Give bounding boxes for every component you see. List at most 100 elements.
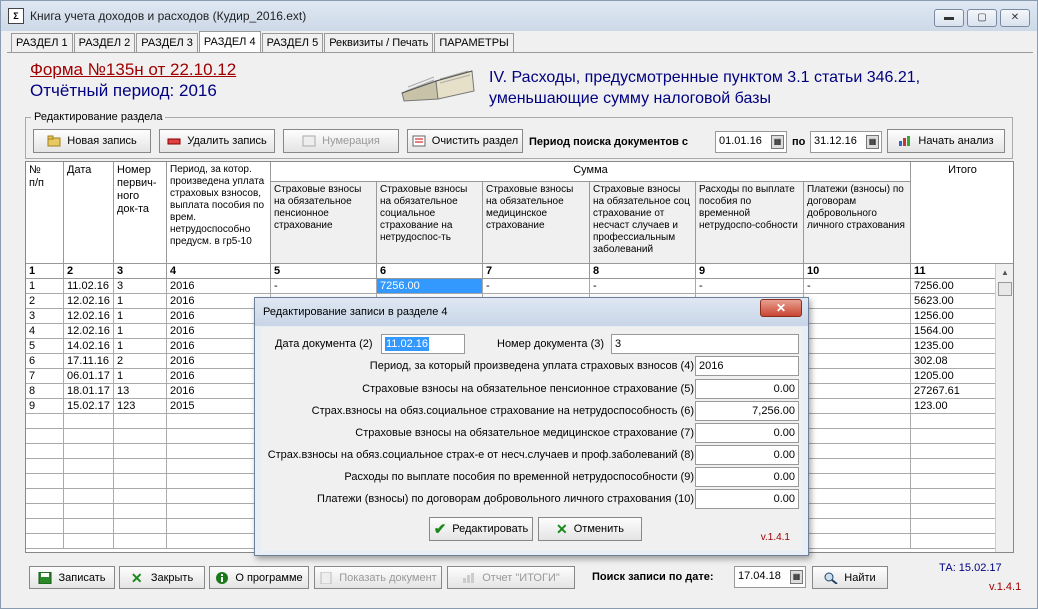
table-cell-c10[interactable]	[804, 384, 911, 399]
table-cell-c10[interactable]	[804, 369, 911, 384]
table-cell-n[interactable]	[26, 414, 64, 429]
table-cell-doc[interactable]	[114, 444, 167, 459]
table-cell-date[interactable]: 06.01.17	[64, 369, 114, 384]
table-cell-n[interactable]: 8	[26, 384, 64, 399]
table-cell-date[interactable]: 17.11.16	[64, 354, 114, 369]
table-cell-n[interactable]	[26, 519, 64, 534]
tab-razdel-4[interactable]: РАЗДЕЛ 4	[198, 31, 261, 52]
table-cell-c10[interactable]	[804, 459, 911, 474]
table-cell-doc[interactable]: 2	[114, 354, 167, 369]
table-cell-c10[interactable]	[804, 489, 911, 504]
find-button[interactable]: Найти	[812, 566, 888, 589]
table-cell-total[interactable]	[911, 504, 997, 519]
table-cell-date[interactable]	[64, 489, 114, 504]
table-cell-doc[interactable]	[114, 474, 167, 489]
table-cell-c10[interactable]	[804, 354, 911, 369]
table-cell-doc[interactable]: 1	[114, 339, 167, 354]
table-cell-c10[interactable]	[804, 474, 911, 489]
table-cell-doc[interactable]: 123	[114, 399, 167, 414]
field-7-input[interactable]: 0.00	[695, 423, 799, 443]
date-from-input[interactable]: 01.01.16 ▦	[715, 131, 787, 153]
table-cell-n[interactable]	[26, 444, 64, 459]
table-cell-c7[interactable]: -	[483, 279, 590, 294]
table-cell-total[interactable]: 1235.00	[911, 339, 997, 354]
start-analysis-button[interactable]: Начать анализ	[887, 129, 1005, 153]
table-cell-c5[interactable]: -	[271, 279, 377, 294]
about-button[interactable]: О программе	[209, 566, 309, 589]
close-button[interactable]: ✕ Закрыть	[119, 566, 205, 589]
table-cell-n[interactable]: 2	[26, 294, 64, 309]
tab-rekvizity[interactable]: Реквизиты / Печать	[324, 33, 434, 52]
table-row[interactable]: 1 11.02.16 3 2016-7256.00- - - -7256.00	[26, 279, 997, 294]
calendar-icon[interactable]: ▦	[866, 135, 879, 149]
minimize-button[interactable]: ▬	[934, 9, 964, 27]
table-cell-c10[interactable]	[804, 534, 911, 549]
doc-date-input[interactable]: 11.02.16	[381, 334, 465, 354]
clear-section-button[interactable]: Очистить раздел	[407, 129, 523, 153]
close-window-button[interactable]: ✕	[1000, 9, 1030, 27]
table-cell-n[interactable]	[26, 459, 64, 474]
table-cell-doc[interactable]	[114, 459, 167, 474]
table-cell-doc[interactable]: 3	[114, 279, 167, 294]
table-cell-c10[interactable]	[804, 294, 911, 309]
table-cell-c8[interactable]: -	[590, 279, 696, 294]
table-cell-c10[interactable]	[804, 519, 911, 534]
table-cell-date[interactable]: 12.02.16	[64, 294, 114, 309]
scroll-up-icon[interactable]: ▲	[998, 266, 1012, 280]
cancel-button[interactable]: ✕ Отменить	[538, 517, 642, 541]
table-cell-date[interactable]: 15.02.17	[64, 399, 114, 414]
table-cell-doc[interactable]: 1	[114, 309, 167, 324]
field-5-input[interactable]: 0.00	[695, 379, 799, 399]
table-cell-c10[interactable]	[804, 429, 911, 444]
tab-parametry[interactable]: ПАРАМЕТРЫ	[434, 33, 514, 52]
table-cell-n[interactable]: 6	[26, 354, 64, 369]
doc-num-input[interactable]: 3	[611, 334, 799, 354]
table-cell-total[interactable]	[911, 534, 997, 549]
table-cell-doc[interactable]: 1	[114, 369, 167, 384]
table-cell-n[interactable]	[26, 504, 64, 519]
table-cell-doc[interactable]	[114, 414, 167, 429]
table-cell-date[interactable]	[64, 534, 114, 549]
period-input[interactable]: 2016	[695, 356, 799, 376]
table-cell-c10[interactable]	[804, 444, 911, 459]
table-cell-date[interactable]	[64, 429, 114, 444]
table-cell-n[interactable]	[26, 489, 64, 504]
save-button[interactable]: Записать	[29, 566, 115, 589]
table-cell-c10[interactable]	[804, 414, 911, 429]
table-cell-total[interactable]: 1256.00	[911, 309, 997, 324]
table-cell-total[interactable]	[911, 474, 997, 489]
table-cell-total[interactable]	[911, 414, 997, 429]
edit-confirm-button[interactable]: ✔ Редактировать	[429, 517, 533, 541]
table-cell-date[interactable]: 11.02.16	[64, 279, 114, 294]
table-cell-doc[interactable]	[114, 534, 167, 549]
table-cell-date[interactable]	[64, 459, 114, 474]
show-document-button[interactable]: Показать документ	[314, 566, 442, 589]
report-totals-button[interactable]: Отчет "ИТОГИ"	[447, 566, 575, 589]
table-cell-date[interactable]	[64, 474, 114, 489]
table-cell-date[interactable]: 14.02.16	[64, 339, 114, 354]
table-cell-total[interactable]: 5623.00	[911, 294, 997, 309]
table-cell-date[interactable]: 12.02.16	[64, 324, 114, 339]
field-10-input[interactable]: 0.00	[695, 489, 799, 509]
table-cell-total[interactable]: 302.08	[911, 354, 997, 369]
table-scrollbar[interactable]: ▲	[995, 264, 1013, 552]
table-cell-total[interactable]: 1205.00	[911, 369, 997, 384]
table-cell-n[interactable]: 9	[26, 399, 64, 414]
table-cell-total[interactable]: 7256.00	[911, 279, 997, 294]
table-cell-date[interactable]	[64, 504, 114, 519]
table-cell-n[interactable]	[26, 474, 64, 489]
calendar-icon[interactable]: ▦	[771, 135, 784, 149]
table-cell-n[interactable]	[26, 429, 64, 444]
table-cell-c10[interactable]	[804, 309, 911, 324]
table-cell-total[interactable]	[911, 459, 997, 474]
table-cell-total[interactable]	[911, 444, 997, 459]
table-cell-c6[interactable]: 7256.00	[377, 279, 483, 294]
scroll-thumb[interactable]	[998, 282, 1012, 296]
table-cell-total[interactable]	[911, 519, 997, 534]
table-cell-doc[interactable]	[114, 504, 167, 519]
table-cell-n[interactable]	[26, 534, 64, 549]
search-date-input[interactable]: 17.04.18 ▦	[734, 566, 806, 588]
tab-razdel-2[interactable]: РАЗДЕЛ 2	[73, 33, 136, 52]
table-cell-date[interactable]: 18.01.17	[64, 384, 114, 399]
table-cell-n[interactable]: 3	[26, 309, 64, 324]
